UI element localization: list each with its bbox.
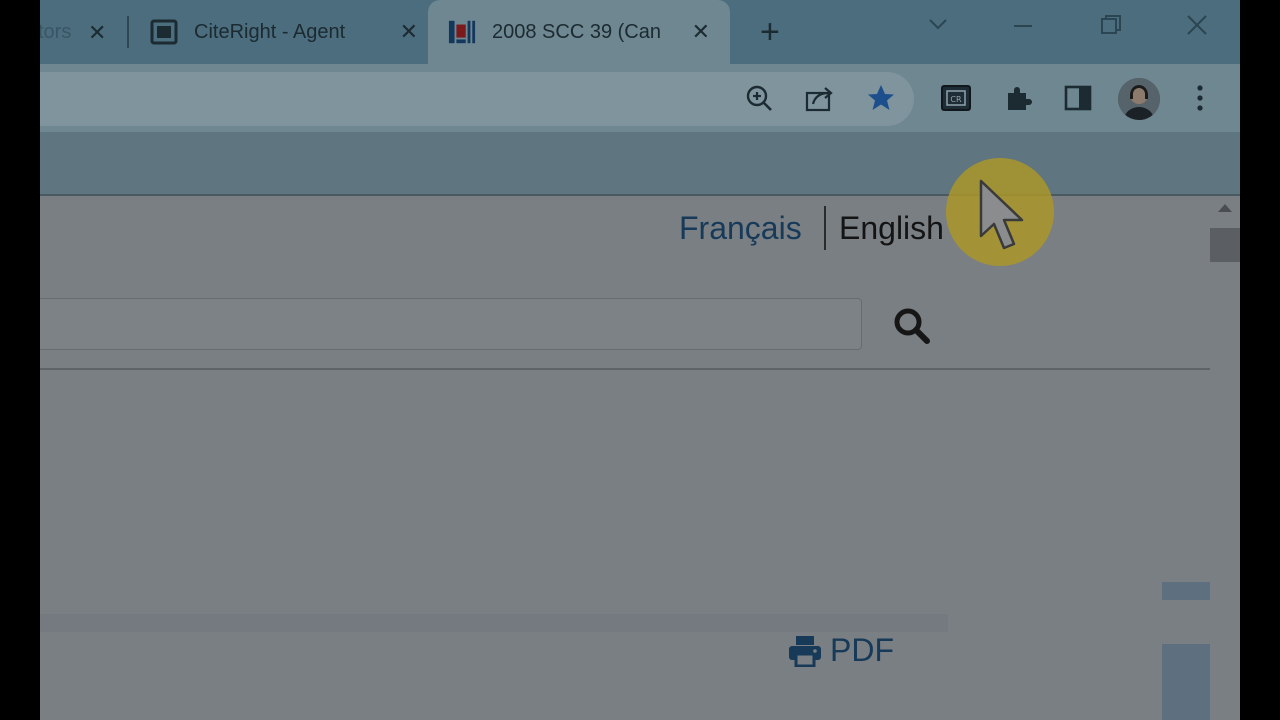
language-french-link[interactable]: Français bbox=[679, 210, 802, 247]
tab-title: tors bbox=[40, 20, 72, 43]
tab-scc-active[interactable]: 2008 SCC 39 (Can ✕ bbox=[428, 0, 730, 64]
pdf-label: PDF bbox=[830, 632, 894, 668]
canlii-favicon-icon bbox=[448, 18, 476, 46]
close-icon[interactable]: ✕ bbox=[692, 19, 710, 45]
print-icon bbox=[788, 635, 822, 667]
share-icon[interactable] bbox=[803, 81, 837, 115]
tab-strip: tors ✕ CiteRight - Agent ✕ 2008 SCC 39 (… bbox=[40, 0, 1240, 64]
menu-icon[interactable] bbox=[1183, 81, 1217, 115]
citeright-extension-icon[interactable]: CR bbox=[940, 81, 974, 115]
profile-avatar[interactable] bbox=[1118, 78, 1160, 120]
tab-title: 2008 SCC 39 (Can bbox=[492, 20, 661, 43]
tab-previous[interactable]: tors ✕ bbox=[40, 0, 120, 64]
mouse-cursor-icon bbox=[978, 178, 1030, 259]
browser-window: tors ✕ CiteRight - Agent ✕ 2008 SCC 39 (… bbox=[40, 0, 1240, 720]
site-header-band bbox=[40, 132, 1240, 196]
tab-title: CiteRight - Agent bbox=[194, 20, 346, 43]
address-bar[interactable] bbox=[40, 72, 914, 126]
bookmark-star-icon[interactable] bbox=[864, 81, 898, 115]
restore-icon[interactable] bbox=[1100, 14, 1122, 42]
new-tab-button[interactable]: + bbox=[760, 14, 780, 50]
language-english-link[interactable]: English bbox=[839, 210, 944, 247]
citeright-favicon-icon bbox=[150, 18, 178, 46]
tab-citeright[interactable]: CiteRight - Agent ✕ bbox=[150, 0, 418, 64]
side-block bbox=[1162, 582, 1210, 600]
window-close-icon[interactable] bbox=[1186, 14, 1208, 42]
scroll-up-arrow-icon[interactable] bbox=[1218, 204, 1232, 212]
page-content: Français English PDF bbox=[40, 196, 1210, 720]
close-icon[interactable]: ✕ bbox=[88, 20, 106, 46]
scroll-thumb[interactable] bbox=[1210, 228, 1240, 262]
extensions-icon[interactable] bbox=[1001, 81, 1035, 115]
minimize-icon[interactable] bbox=[1012, 14, 1034, 42]
content-strip bbox=[40, 614, 948, 632]
close-icon[interactable]: ✕ bbox=[400, 19, 418, 45]
side-block bbox=[1162, 644, 1210, 720]
tab-separator bbox=[127, 16, 129, 48]
language-divider bbox=[824, 206, 826, 250]
page-scrollbar[interactable] bbox=[1210, 196, 1240, 720]
search-icon[interactable] bbox=[888, 302, 936, 350]
pdf-button[interactable]: PDF bbox=[788, 632, 894, 669]
zoom-icon[interactable] bbox=[742, 81, 776, 115]
side-panel-icon[interactable] bbox=[1061, 81, 1095, 115]
header-divider bbox=[40, 368, 1210, 370]
search-input[interactable] bbox=[40, 298, 862, 350]
tab-search-icon[interactable] bbox=[928, 14, 948, 40]
citeright-badge-text: CR bbox=[950, 95, 962, 104]
browser-toolbar: CR bbox=[40, 64, 1240, 132]
